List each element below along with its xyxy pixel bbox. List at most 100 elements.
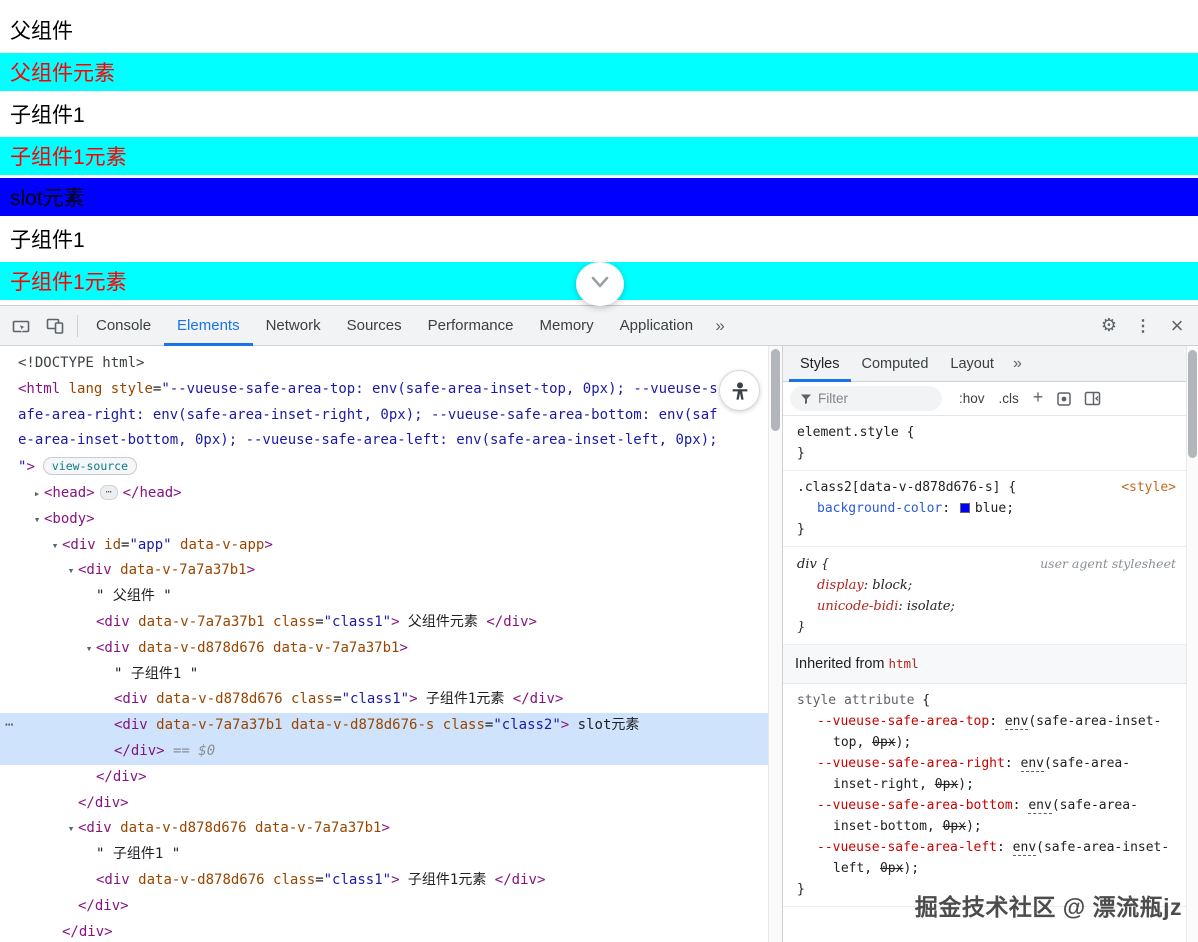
dom-tree-line[interactable]: ▾<div id="app" data-v-app> bbox=[0, 533, 768, 559]
property-value: 0px bbox=[935, 777, 958, 792]
scrollbar-thumb[interactable] bbox=[771, 349, 780, 431]
view-source-badge[interactable]: view-source bbox=[43, 457, 137, 475]
styles-pane: StylesComputedLayout » :hov .cls + bbox=[782, 346, 1198, 942]
sidebar-more-tabs-button[interactable]: » bbox=[1005, 355, 1030, 373]
dom-tree-line[interactable]: ▾<div data-v-d878d676 data-v-7a7a37b1> bbox=[0, 636, 768, 662]
close-devtools-button[interactable]: × bbox=[1160, 309, 1194, 343]
dom-tree-line[interactable]: ▸<head>⋯</head> bbox=[0, 481, 768, 507]
tab-memory[interactable]: Memory bbox=[527, 306, 607, 346]
rule-selector[interactable]: style attribute bbox=[797, 690, 914, 711]
dom-tree-line[interactable]: <div data-v-7a7a37b1 class="class1"> 父组件… bbox=[0, 610, 768, 636]
collapsed-children-button[interactable]: ⋯ bbox=[100, 485, 118, 500]
style-property[interactable]: --vueuse-safe-area-bottom: env(safe-area… bbox=[797, 795, 1176, 837]
dom-tree-line[interactable]: ">view-source bbox=[0, 454, 768, 481]
sidebar-tab-layout[interactable]: Layout bbox=[939, 346, 1005, 382]
expand-arrow-icon[interactable]: ▸ bbox=[30, 481, 44, 507]
dom-tree-line[interactable]: <!DOCTYPE html> bbox=[0, 351, 768, 377]
code-segment: </div> bbox=[495, 872, 546, 888]
code-segment: > bbox=[391, 614, 399, 630]
elements-scrollbar[interactable] bbox=[768, 346, 782, 942]
pseudo-state-toggle[interactable]: :hov bbox=[952, 388, 992, 409]
code-segment: data-v-7a7a37b1 bbox=[156, 717, 282, 733]
property-value: 0px bbox=[872, 735, 895, 750]
dom-tree-line[interactable]: ⋯<div data-v-7a7a37b1 data-v-d878d676-s … bbox=[0, 713, 768, 739]
class-toggle[interactable]: .cls bbox=[992, 388, 1026, 409]
code-segment: <div bbox=[96, 614, 130, 630]
dom-tree-line[interactable]: <div data-v-d878d676 class="class1"> 子组件… bbox=[0, 868, 768, 894]
dom-tree-line[interactable]: afe-area-right: env(safe-area-inset-righ… bbox=[0, 403, 768, 429]
code-segment: data-v-app bbox=[180, 537, 264, 553]
dom-tree-line[interactable]: </div> bbox=[0, 894, 768, 920]
colon: : bbox=[942, 501, 958, 516]
style-property[interactable]: --vueuse-safe-area-right: env(safe-area-… bbox=[797, 753, 1176, 795]
accessibility-floating-button[interactable] bbox=[719, 370, 760, 411]
filter-input[interactable] bbox=[818, 391, 928, 406]
tab-console[interactable]: Console bbox=[83, 306, 164, 346]
code-segment: </div> bbox=[78, 898, 129, 914]
more-tabs-button[interactable]: » bbox=[706, 309, 734, 343]
expand-arrow-icon[interactable]: ▾ bbox=[48, 533, 62, 559]
drawer-toggle-button[interactable] bbox=[576, 262, 624, 306]
preview-item: 父组件元素 bbox=[0, 53, 1198, 91]
code-segment bbox=[434, 717, 442, 733]
rendering-emulations-button[interactable] bbox=[1050, 385, 1078, 413]
sidebar-tab-computed[interactable]: Computed bbox=[851, 346, 940, 382]
semicolon: ; bbox=[911, 861, 919, 876]
tab-network[interactable]: Network bbox=[253, 306, 334, 346]
dom-tree-line[interactable]: " 子组件1 " bbox=[0, 662, 768, 688]
rule-selector[interactable]: div bbox=[797, 554, 817, 575]
property-name: display bbox=[817, 578, 864, 593]
semicolon: ; bbox=[903, 735, 911, 750]
style-rule: div {user agent stylesheetdisplay: block… bbox=[783, 547, 1186, 645]
expand-arrow-icon[interactable]: ▾ bbox=[82, 636, 96, 662]
menu-button[interactable]: ⋮ bbox=[1126, 309, 1160, 343]
tab-application[interactable]: Application bbox=[607, 306, 706, 346]
styles-scrollbar[interactable] bbox=[1186, 346, 1198, 942]
new-style-rule-button[interactable]: + bbox=[1026, 387, 1051, 410]
rule-origin[interactable]: <style> bbox=[1113, 477, 1176, 498]
expand-arrow-icon[interactable]: ▾ bbox=[30, 507, 44, 533]
style-property[interactable]: --vueuse-safe-area-top: env(safe-area-in… bbox=[797, 711, 1176, 753]
dom-tree-line[interactable]: <div data-v-d878d676 class="class1"> 子组件… bbox=[0, 687, 768, 713]
color-swatch[interactable] bbox=[960, 503, 970, 513]
dom-tree-line[interactable]: " 子组件1 " bbox=[0, 842, 768, 868]
tab-elements[interactable]: Elements bbox=[164, 306, 253, 346]
inspect-element-button[interactable] bbox=[4, 309, 38, 343]
filter-box[interactable] bbox=[790, 386, 942, 411]
code-segment: <!DOCTYPE html> bbox=[18, 355, 144, 371]
property-value: ) bbox=[966, 819, 974, 834]
style-property[interactable]: --vueuse-safe-area-left: env(safe-area-i… bbox=[797, 837, 1176, 879]
tab-performance[interactable]: Performance bbox=[415, 306, 527, 346]
dom-tree-line[interactable]: </div> == $0 bbox=[0, 739, 768, 765]
style-property[interactable]: unicode-bidi: isolate; bbox=[797, 596, 1176, 617]
computed-sidebar-toggle-button[interactable] bbox=[1078, 385, 1106, 413]
dom-tree-line[interactable]: ▾<body> bbox=[0, 507, 768, 533]
dom-tree-line[interactable]: ▾<div data-v-d878d676 data-v-7a7a37b1> bbox=[0, 816, 768, 842]
rule-selector[interactable]: .class2[data-v-d878d676-s] bbox=[797, 477, 1001, 498]
toolbar-divider bbox=[77, 315, 78, 337]
style-rule: .class2[data-v-d878d676-s] {<style>backg… bbox=[783, 471, 1186, 547]
tab-sources[interactable]: Sources bbox=[334, 306, 415, 346]
expand-arrow-icon[interactable]: ▾ bbox=[64, 558, 78, 584]
code-segment bbox=[112, 820, 120, 836]
rule-selector[interactable]: element.style bbox=[797, 422, 899, 443]
dom-tree-line[interactable]: " 父组件 " bbox=[0, 584, 768, 610]
dom-tree-line[interactable]: e-area-inset-bottom, 0px); --vueuse-safe… bbox=[0, 428, 768, 454]
overflow-dots-icon[interactable]: ⋯ bbox=[5, 713, 12, 739]
rule-header: element.style { bbox=[797, 422, 1176, 443]
dom-tree-line[interactable]: ▾<div data-v-7a7a37b1> bbox=[0, 558, 768, 584]
settings-button[interactable]: ⚙ bbox=[1092, 309, 1126, 343]
device-toolbar-button[interactable] bbox=[38, 309, 72, 343]
dom-tree-line[interactable]: <html lang style="--vueuse-safe-area-top… bbox=[0, 377, 768, 403]
expand-arrow-icon[interactable]: ▾ bbox=[64, 816, 78, 842]
style-property[interactable]: background-color: blue; bbox=[797, 498, 1176, 519]
code-segment: class bbox=[443, 717, 485, 733]
scrollbar-thumb[interactable] bbox=[1188, 350, 1197, 458]
style-property[interactable]: display: block; bbox=[797, 575, 1176, 596]
dom-tree-line[interactable]: </div> bbox=[0, 765, 768, 791]
colon: : bbox=[1005, 756, 1021, 771]
inherited-node-link[interactable]: html bbox=[889, 656, 919, 671]
dom-tree-line[interactable]: </div> bbox=[0, 791, 768, 817]
dom-tree-line[interactable]: </div> bbox=[0, 920, 768, 942]
sidebar-tab-styles[interactable]: Styles bbox=[789, 346, 851, 382]
